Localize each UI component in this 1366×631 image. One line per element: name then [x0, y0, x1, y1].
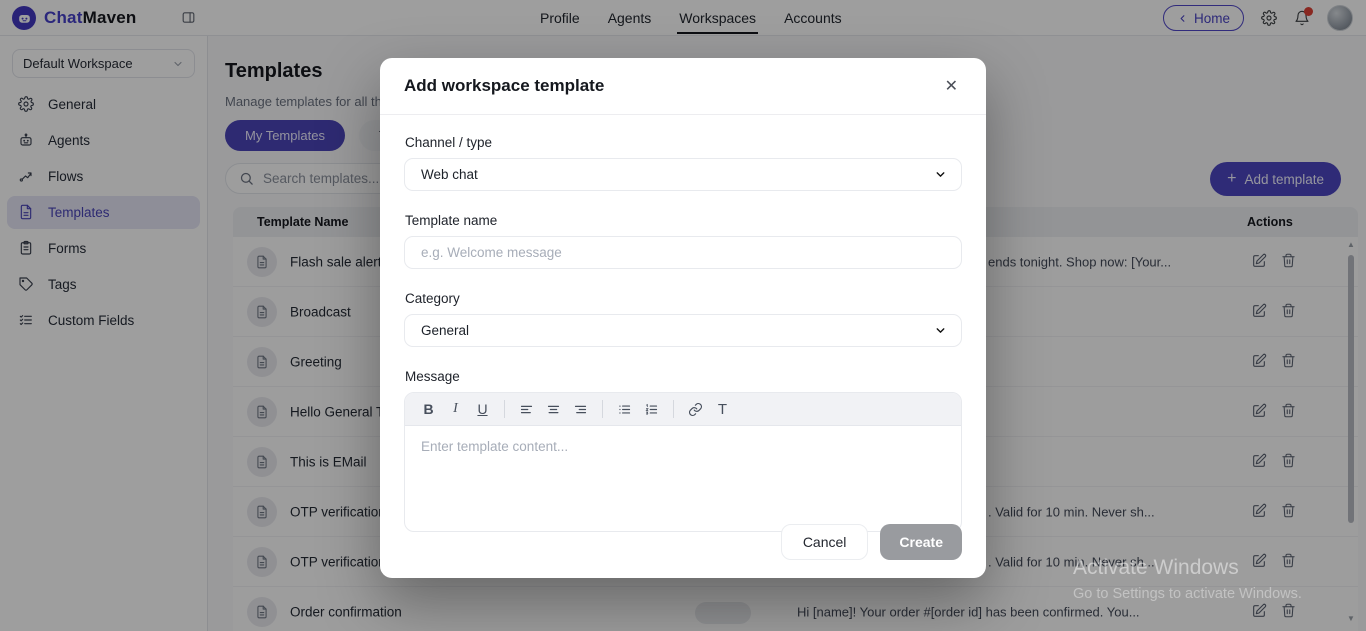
template-name-input[interactable] [404, 236, 962, 269]
channel-type-select[interactable]: Web chat [404, 158, 962, 191]
editor-toolbar: B I U T [405, 393, 961, 426]
template-name-label: Template name [405, 213, 962, 228]
cancel-button[interactable]: Cancel [781, 524, 869, 560]
italic-button[interactable]: I [442, 397, 469, 421]
bold-button[interactable]: B [415, 397, 442, 421]
modal-footer: Cancel Create [781, 524, 962, 560]
text-format-button[interactable]: T [709, 397, 736, 421]
toolbar-divider [504, 400, 505, 418]
message-editor: B I U T Enter template content... [404, 392, 962, 532]
message-content-area[interactable]: Enter template content... [405, 426, 961, 531]
create-button[interactable]: Create [880, 524, 962, 560]
link-icon[interactable] [682, 397, 709, 421]
numbered-list-icon[interactable] [638, 397, 665, 421]
modal-body: Channel / type Web chat Template name Ca… [380, 115, 986, 532]
toolbar-divider [602, 400, 603, 418]
modal-header: Add workspace template ✕ [380, 58, 986, 115]
align-left-icon[interactable] [513, 397, 540, 421]
chevron-down-icon [934, 324, 947, 337]
message-label: Message [405, 369, 962, 384]
bullet-list-icon[interactable] [611, 397, 638, 421]
category-value: General [421, 323, 469, 338]
align-center-icon[interactable] [540, 397, 567, 421]
close-icon[interactable]: ✕ [941, 74, 962, 98]
toolbar-divider [673, 400, 674, 418]
modal-title: Add workspace template [404, 76, 604, 96]
add-workspace-template-modal: Add workspace template ✕ Channel / type … [380, 58, 986, 578]
channel-type-label: Channel / type [405, 135, 962, 150]
category-label: Category [405, 291, 962, 306]
chevron-down-icon [934, 168, 947, 181]
category-select[interactable]: General [404, 314, 962, 347]
channel-type-value: Web chat [421, 167, 478, 182]
underline-button[interactable]: U [469, 397, 496, 421]
align-right-icon[interactable] [567, 397, 594, 421]
